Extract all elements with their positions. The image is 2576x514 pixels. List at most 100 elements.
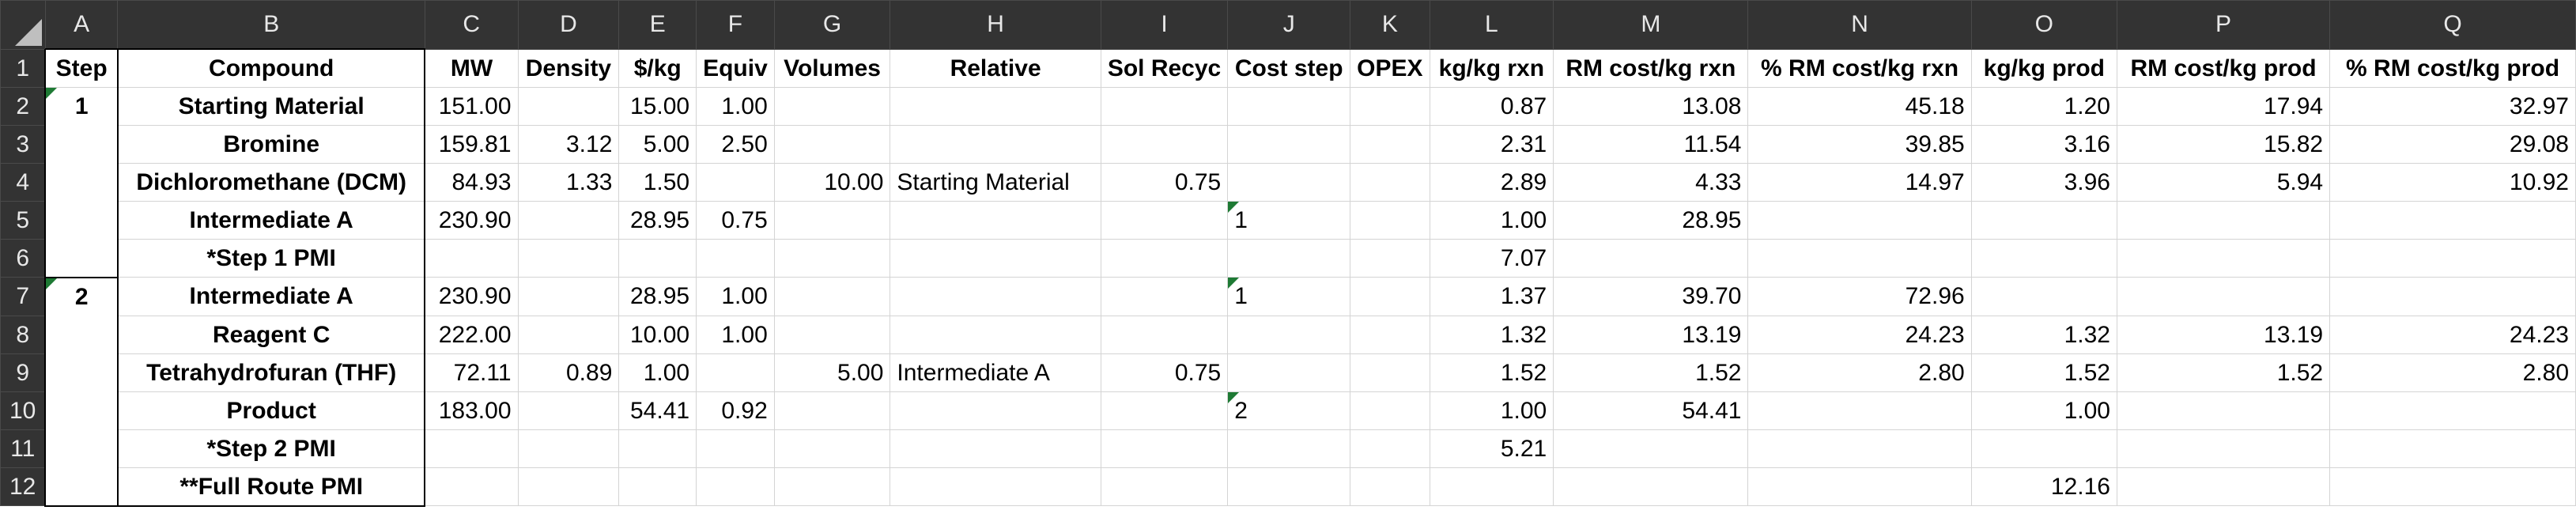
cell-p2[interactable]: 17.94 (2116, 87, 2331, 126)
cell-g10[interactable] (773, 391, 891, 430)
column-header-h[interactable]: H (890, 0, 1101, 50)
cell-l6[interactable]: 7.07 (1429, 239, 1554, 278)
cell-q10[interactable] (2329, 391, 2576, 430)
cell-c7[interactable]: 230.90 (424, 277, 519, 316)
cell-o8[interactable]: 1.32 (1970, 315, 2117, 354)
column-header-f[interactable]: F (696, 0, 775, 50)
cell-d9[interactable]: 0.89 (517, 353, 620, 392)
cell-l3[interactable]: 2.31 (1429, 125, 1554, 164)
cell-g5[interactable] (773, 201, 891, 240)
cell-q9[interactable]: 2.80 (2329, 353, 2576, 392)
cell-e10[interactable]: 54.41 (618, 391, 697, 430)
cell-p5[interactable] (2116, 201, 2331, 240)
cell-o4[interactable]: 3.96 (1970, 163, 2117, 202)
cell-g4[interactable]: 10.00 (773, 163, 891, 202)
cell-e7[interactable]: 28.95 (618, 277, 697, 316)
header-cell-i[interactable]: Sol Recyc (1100, 48, 1229, 88)
cell-i3[interactable] (1100, 125, 1229, 164)
cell-h6[interactable] (890, 239, 1101, 278)
cell-q4[interactable]: 10.92 (2329, 163, 2576, 202)
cell-c4[interactable]: 84.93 (424, 163, 519, 202)
cell-k5[interactable] (1350, 201, 1430, 240)
header-cell-b[interactable]: Compound (116, 48, 426, 88)
row-header-9[interactable]: 9 (0, 353, 46, 392)
cell-h8[interactable] (890, 315, 1101, 354)
cell-m5[interactable]: 28.95 (1553, 201, 1749, 240)
column-header-p[interactable]: P (2116, 0, 2331, 50)
cell-b2[interactable]: Starting Material (116, 87, 426, 126)
cell-q7[interactable] (2329, 277, 2576, 316)
column-header-e[interactable]: E (618, 0, 697, 50)
cell-n7[interactable]: 72.96 (1747, 277, 1972, 316)
header-cell-e[interactable]: $/kg (618, 48, 697, 88)
cell-q3[interactable]: 29.08 (2329, 125, 2576, 164)
cell-k7[interactable] (1350, 277, 1430, 316)
cell-a3[interactable] (44, 125, 119, 164)
cell-q6[interactable] (2329, 239, 2576, 278)
cell-n9[interactable]: 2.80 (1747, 353, 1972, 392)
cell-c9[interactable]: 72.11 (424, 353, 519, 392)
cell-h12[interactable] (890, 467, 1101, 506)
cell-e5[interactable]: 28.95 (618, 201, 697, 240)
cell-j10[interactable]: 2 (1227, 391, 1351, 430)
row-header-5[interactable]: 5 (0, 201, 46, 240)
cell-n2[interactable]: 45.18 (1747, 87, 1972, 126)
header-cell-o[interactable]: kg/kg prod (1970, 48, 2117, 88)
cell-o2[interactable]: 1.20 (1970, 87, 2117, 126)
cell-m7[interactable]: 39.70 (1553, 277, 1749, 316)
cell-f9[interactable] (696, 353, 775, 392)
column-header-j[interactable]: J (1227, 0, 1351, 50)
column-header-k[interactable]: K (1350, 0, 1430, 50)
cell-g7[interactable] (773, 277, 891, 316)
cell-e2[interactable]: 15.00 (618, 87, 697, 126)
cell-a10[interactable] (44, 391, 119, 429)
cell-m6[interactable] (1553, 239, 1749, 278)
cell-c6[interactable] (424, 239, 519, 278)
column-header-b[interactable]: B (117, 0, 425, 50)
cell-i8[interactable] (1100, 315, 1229, 354)
cell-f7[interactable]: 1.00 (696, 277, 775, 316)
row-header-2[interactable]: 2 (0, 87, 46, 126)
cell-n6[interactable] (1747, 239, 1972, 278)
row-header-4[interactable]: 4 (0, 163, 46, 202)
row-header-8[interactable]: 8 (0, 315, 46, 354)
cell-d4[interactable]: 1.33 (517, 163, 620, 202)
cell-m2[interactable]: 13.08 (1553, 87, 1749, 126)
cell-j11[interactable] (1227, 429, 1351, 468)
cell-h9[interactable]: Intermediate A (890, 353, 1101, 392)
cell-h3[interactable] (890, 125, 1101, 164)
cell-j5[interactable]: 1 (1227, 201, 1351, 240)
header-cell-c[interactable]: MW (424, 48, 519, 88)
cell-b10[interactable]: Product (116, 391, 426, 430)
cell-f12[interactable] (696, 467, 775, 506)
cell-m9[interactable]: 1.52 (1553, 353, 1749, 392)
cell-j7[interactable]: 1 (1227, 277, 1351, 316)
cell-o5[interactable] (1970, 201, 2117, 240)
cell-p10[interactable] (2116, 391, 2331, 430)
cell-h2[interactable] (890, 87, 1101, 126)
cell-a12[interactable] (44, 467, 119, 507)
row-header-1[interactable]: 1 (0, 48, 46, 88)
cell-a7[interactable]: 2 (44, 276, 119, 316)
cell-j6[interactable] (1227, 239, 1351, 278)
cell-c5[interactable]: 230.90 (424, 201, 519, 240)
cell-o6[interactable] (1970, 239, 2117, 278)
cell-p9[interactable]: 1.52 (2116, 353, 2331, 392)
cell-c3[interactable]: 159.81 (424, 125, 519, 164)
cell-o10[interactable]: 1.00 (1970, 391, 2117, 430)
cell-g9[interactable]: 5.00 (773, 353, 891, 392)
cell-p4[interactable]: 5.94 (2116, 163, 2331, 202)
cell-c2[interactable]: 151.00 (424, 87, 519, 126)
header-cell-m[interactable]: RM cost/kg rxn (1553, 48, 1749, 88)
cell-k9[interactable] (1350, 353, 1430, 392)
cell-n8[interactable]: 24.23 (1747, 315, 1972, 354)
column-header-d[interactable]: D (517, 0, 620, 50)
cell-g11[interactable] (773, 429, 891, 468)
cell-j12[interactable] (1227, 467, 1351, 506)
row-header-12[interactable]: 12 (0, 467, 46, 506)
spreadsheet[interactable]: ABCDEFGHIJKLMNOPQ 1 Step Compound MW Density… (0, 0, 2576, 514)
cell-l7[interactable]: 1.37 (1429, 277, 1554, 316)
cell-i4[interactable]: 0.75 (1100, 163, 1229, 202)
cell-p8[interactable]: 13.19 (2116, 315, 2331, 354)
cell-l11[interactable]: 5.21 (1429, 429, 1554, 468)
